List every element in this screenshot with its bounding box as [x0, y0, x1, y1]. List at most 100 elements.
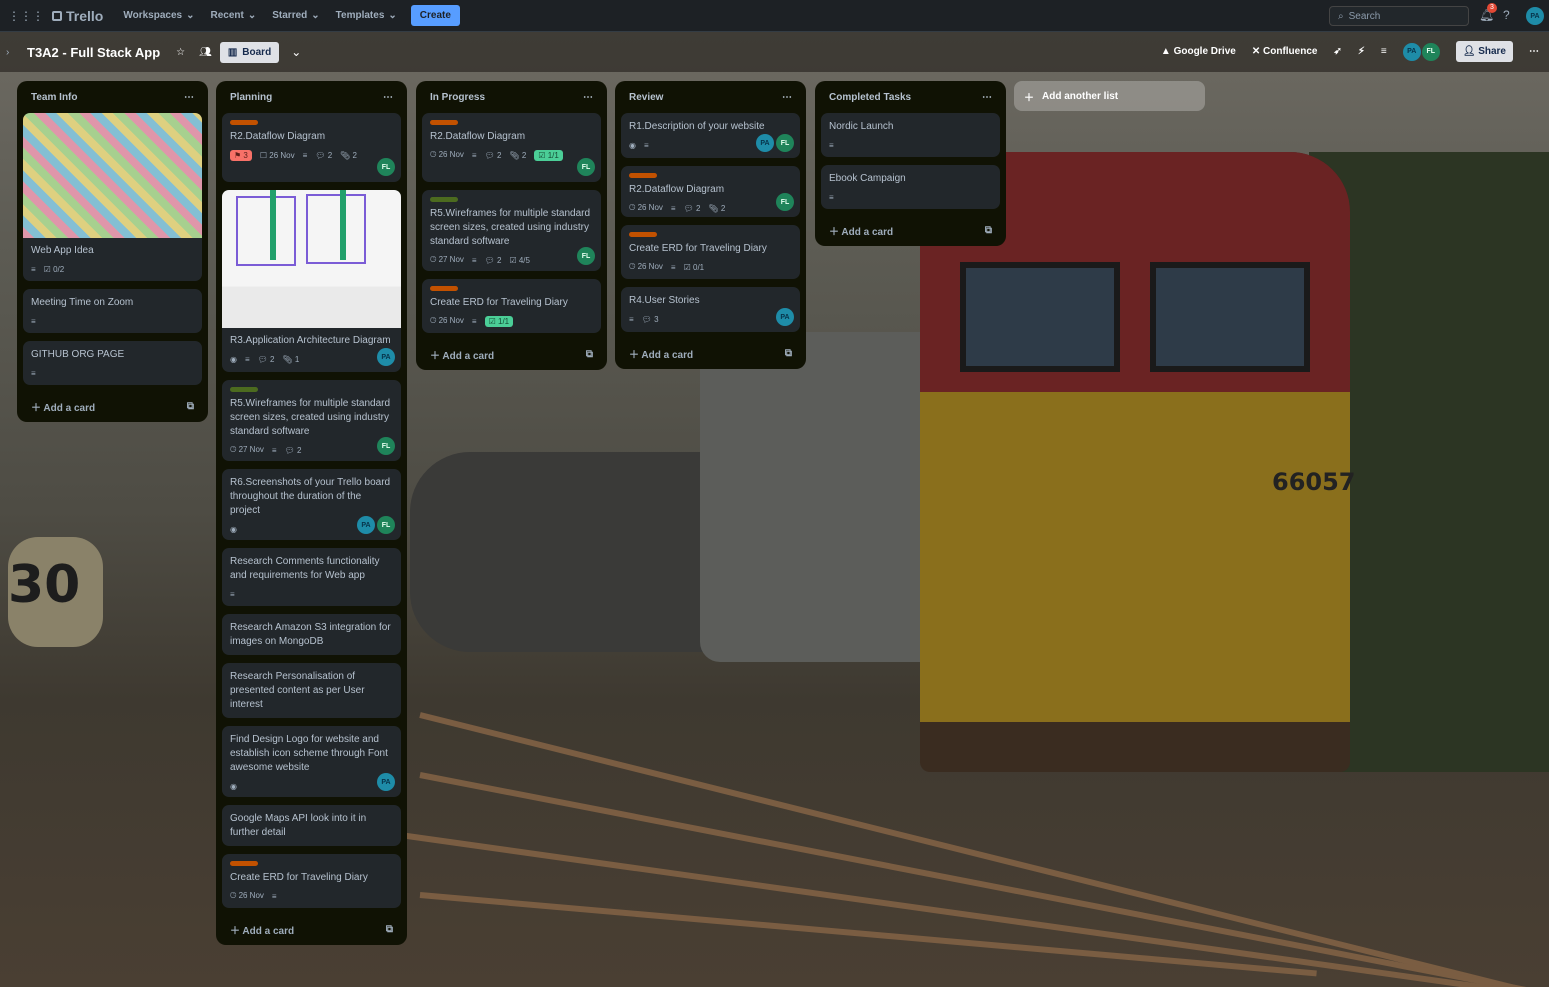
member-avatar[interactable]: FL [577, 247, 595, 265]
power-ups-icon[interactable]: ➶ [1333, 46, 1341, 57]
list-title[interactable]: Team Info [31, 92, 77, 103]
card-create-erd[interactable]: Create ERD for Traveling Diary 🕒︎ 26 Nov… [621, 225, 800, 279]
description-icon: ≡ [670, 203, 676, 213]
starred-menu[interactable]: Starred ⌄ [264, 6, 327, 25]
add-card-button[interactable]: ＋ Add a card [430, 347, 494, 362]
list-title[interactable]: In Progress [430, 92, 485, 103]
description-icon: ≡ [471, 150, 477, 160]
card-nordic-launch[interactable]: Nordic Launch ≡ [821, 113, 1000, 157]
member-avatar[interactable]: FL [377, 158, 395, 176]
card-template-icon[interactable]: ⧉ [985, 225, 992, 236]
member-avatar[interactable]: FL [577, 158, 595, 176]
watch-icon: ◉ [230, 524, 237, 534]
filter-icon[interactable]: ≡ [1381, 46, 1387, 57]
card-r5-wireframes[interactable]: R5.Wireframes for multiple standard scre… [222, 380, 401, 461]
member-avatar[interactable]: PA [776, 308, 794, 326]
description-icon: ≡ [643, 140, 649, 150]
card-ebook-campaign[interactable]: Ebook Campaign ≡ [821, 165, 1000, 209]
list-menu-icon[interactable]: ⋯ [782, 92, 792, 103]
notification-alert-badge: ⚑ 3 [230, 149, 252, 161]
member-avatar[interactable]: PA [1402, 42, 1421, 61]
workspace-visibility-icon[interactable]: 👥︎ [199, 47, 212, 58]
card-research-personalisation[interactable]: Research Personalisation of presented co… [222, 663, 401, 718]
clock-icon: 🕒︎ 26 Nov [430, 150, 464, 159]
board-title[interactable]: T3A2 - Full Stack App [27, 45, 160, 60]
member-avatar[interactable]: FL [776, 193, 794, 211]
member-avatar[interactable]: PA [377, 348, 395, 366]
card-r4-user-stories[interactable]: R4.User Stories ≡ 💬︎ 3 PA [621, 287, 800, 332]
top-navigation: ⋮⋮⋮ Trello Workspaces ⌄ Recent ⌄ Starred ⌄ … [0, 0, 1549, 32]
card-r5-wireframes[interactable]: R5.Wireframes for multiple standard scre… [422, 190, 601, 271]
clock-icon: 🕒︎ 27 Nov [430, 255, 464, 264]
expand-sidebar-icon[interactable]: › [6, 47, 9, 58]
workspaces-menu[interactable]: Workspaces ⌄ [115, 6, 202, 25]
card-r6-screenshots[interactable]: R6.Screenshots of your Trello board thro… [222, 469, 401, 540]
card-r1-description[interactable]: R1.Description of your website ◉ ≡ PA FL [621, 113, 800, 158]
checklist-icon: ☑ 0/1 [683, 262, 705, 272]
architecture-diagram-cover-image [222, 190, 401, 328]
add-card-button[interactable]: ＋ Add a card [31, 399, 95, 414]
list-menu-icon[interactable]: ⋯ [383, 92, 393, 103]
member-avatar[interactable]: FL [377, 516, 395, 534]
member-avatar[interactable]: PA [377, 773, 395, 791]
card-research-s3[interactable]: Research Amazon S3 integration for image… [222, 614, 401, 655]
member-avatar[interactable]: PA [357, 516, 375, 534]
card-r2-dataflow[interactable]: R2.Dataflow Diagram 🕒︎ 26 Nov ≡ 💬︎ 2 📎︎ 2 ☑ … [422, 113, 601, 182]
recent-menu[interactable]: Recent ⌄ [203, 6, 265, 25]
board-view-button[interactable]: ▥ Board [219, 41, 280, 63]
card-template-icon[interactable]: ⧉ [785, 348, 792, 359]
add-card-button[interactable]: ＋ Add a card [629, 346, 693, 361]
card-google-maps[interactable]: Google Maps API look into it in further … [222, 805, 401, 846]
clock-icon: 🕒︎ 26 Nov [430, 316, 464, 325]
list-menu-icon[interactable]: ⋯ [982, 92, 992, 103]
card-design-logo[interactable]: Find Design Logo for website and establi… [222, 726, 401, 797]
plus-icon: ＋ [31, 403, 41, 414]
card-r2-dataflow[interactable]: R2.Dataflow Diagram 🕒︎ 26 Nov ≡ 💬︎ 2 📎︎ 2 F… [621, 166, 800, 217]
card-template-icon[interactable]: ⧉ [386, 924, 393, 935]
background-speed-sign: 30 [8, 537, 103, 647]
card-research-comments[interactable]: Research Comments functionality and requ… [222, 548, 401, 606]
chevron-down-icon: ⌄ [186, 10, 195, 21]
member-avatar[interactable]: FL [776, 134, 794, 152]
list-title[interactable]: Review [629, 92, 663, 103]
card-create-erd[interactable]: Create ERD for Traveling Diary 🕒︎ 26 Nov… [422, 279, 601, 333]
share-button[interactable]: 👤︎ Share [1455, 41, 1513, 62]
list-menu-icon[interactable]: ⋯ [583, 92, 593, 103]
member-avatar[interactable]: FL [377, 437, 395, 455]
account-avatar[interactable]: PA [1526, 7, 1544, 25]
member-avatar[interactable]: PA [756, 134, 774, 152]
card-template-icon[interactable]: ⧉ [187, 401, 194, 412]
trello-logo[interactable]: Trello [52, 8, 103, 24]
card-github-org-page[interactable]: GITHUB ORG PAGE ≡ [23, 341, 202, 385]
locomotive-number: 66057 [1272, 468, 1356, 496]
board-members[interactable]: PA FL [1402, 42, 1440, 61]
app-switcher-icon[interactable]: ⋮⋮⋮ [8, 9, 44, 23]
add-another-list-button[interactable]: ＋ Add another list [1014, 81, 1205, 111]
member-avatar[interactable]: FL [1421, 42, 1440, 61]
list-menu-icon[interactable]: ⋯ [184, 92, 194, 103]
plus-icon: ＋ [1024, 92, 1034, 104]
add-card-button[interactable]: ＋ Add a card [230, 922, 294, 937]
add-card-button[interactable]: ＋ Add a card [829, 223, 893, 238]
automation-icon[interactable]: ⚡︎ [1358, 46, 1365, 57]
confluence-powerup[interactable]: ✕ Confluence [1252, 46, 1318, 57]
trello-logo-icon [52, 10, 62, 21]
comment-icon: 💬︎ 2 [484, 150, 502, 160]
star-icon[interactable]: ☆ [176, 47, 185, 58]
google-drive-powerup[interactable]: ▲ Google Drive [1161, 46, 1236, 57]
card-create-erd[interactable]: Create ERD for Traveling Diary 🕒︎ 26 Nov… [222, 854, 401, 908]
card-r3-architecture[interactable]: R3.Application Architecture Diagram ◉ ≡ 💬︎… [222, 190, 401, 372]
card-r2-dataflow[interactable]: R2.Dataflow Diagram ⚑ 3 ☐ 26 Nov ≡ 💬︎ 2 📎︎ 2… [222, 113, 401, 182]
board-menu-icon[interactable]: ⋯ [1529, 46, 1539, 57]
card-web-app-idea[interactable]: Web App Idea ≡ ☑ 0/2 [23, 113, 202, 281]
list-title[interactable]: Planning [230, 92, 272, 103]
create-button[interactable]: Create [410, 5, 460, 26]
card-meeting-time[interactable]: Meeting Time on Zoom ≡ [23, 289, 202, 333]
list-title[interactable]: Completed Tasks [829, 92, 911, 103]
help-icon[interactable]: ? [1503, 8, 1510, 22]
search-input[interactable]: ⌕ Search [1329, 6, 1469, 26]
view-switcher-chevron-icon[interactable]: ⌄ [291, 45, 301, 59]
description-icon: ≡ [670, 262, 676, 272]
templates-menu[interactable]: Templates ⌄ [328, 6, 405, 25]
card-template-icon[interactable]: ⧉ [586, 349, 593, 360]
